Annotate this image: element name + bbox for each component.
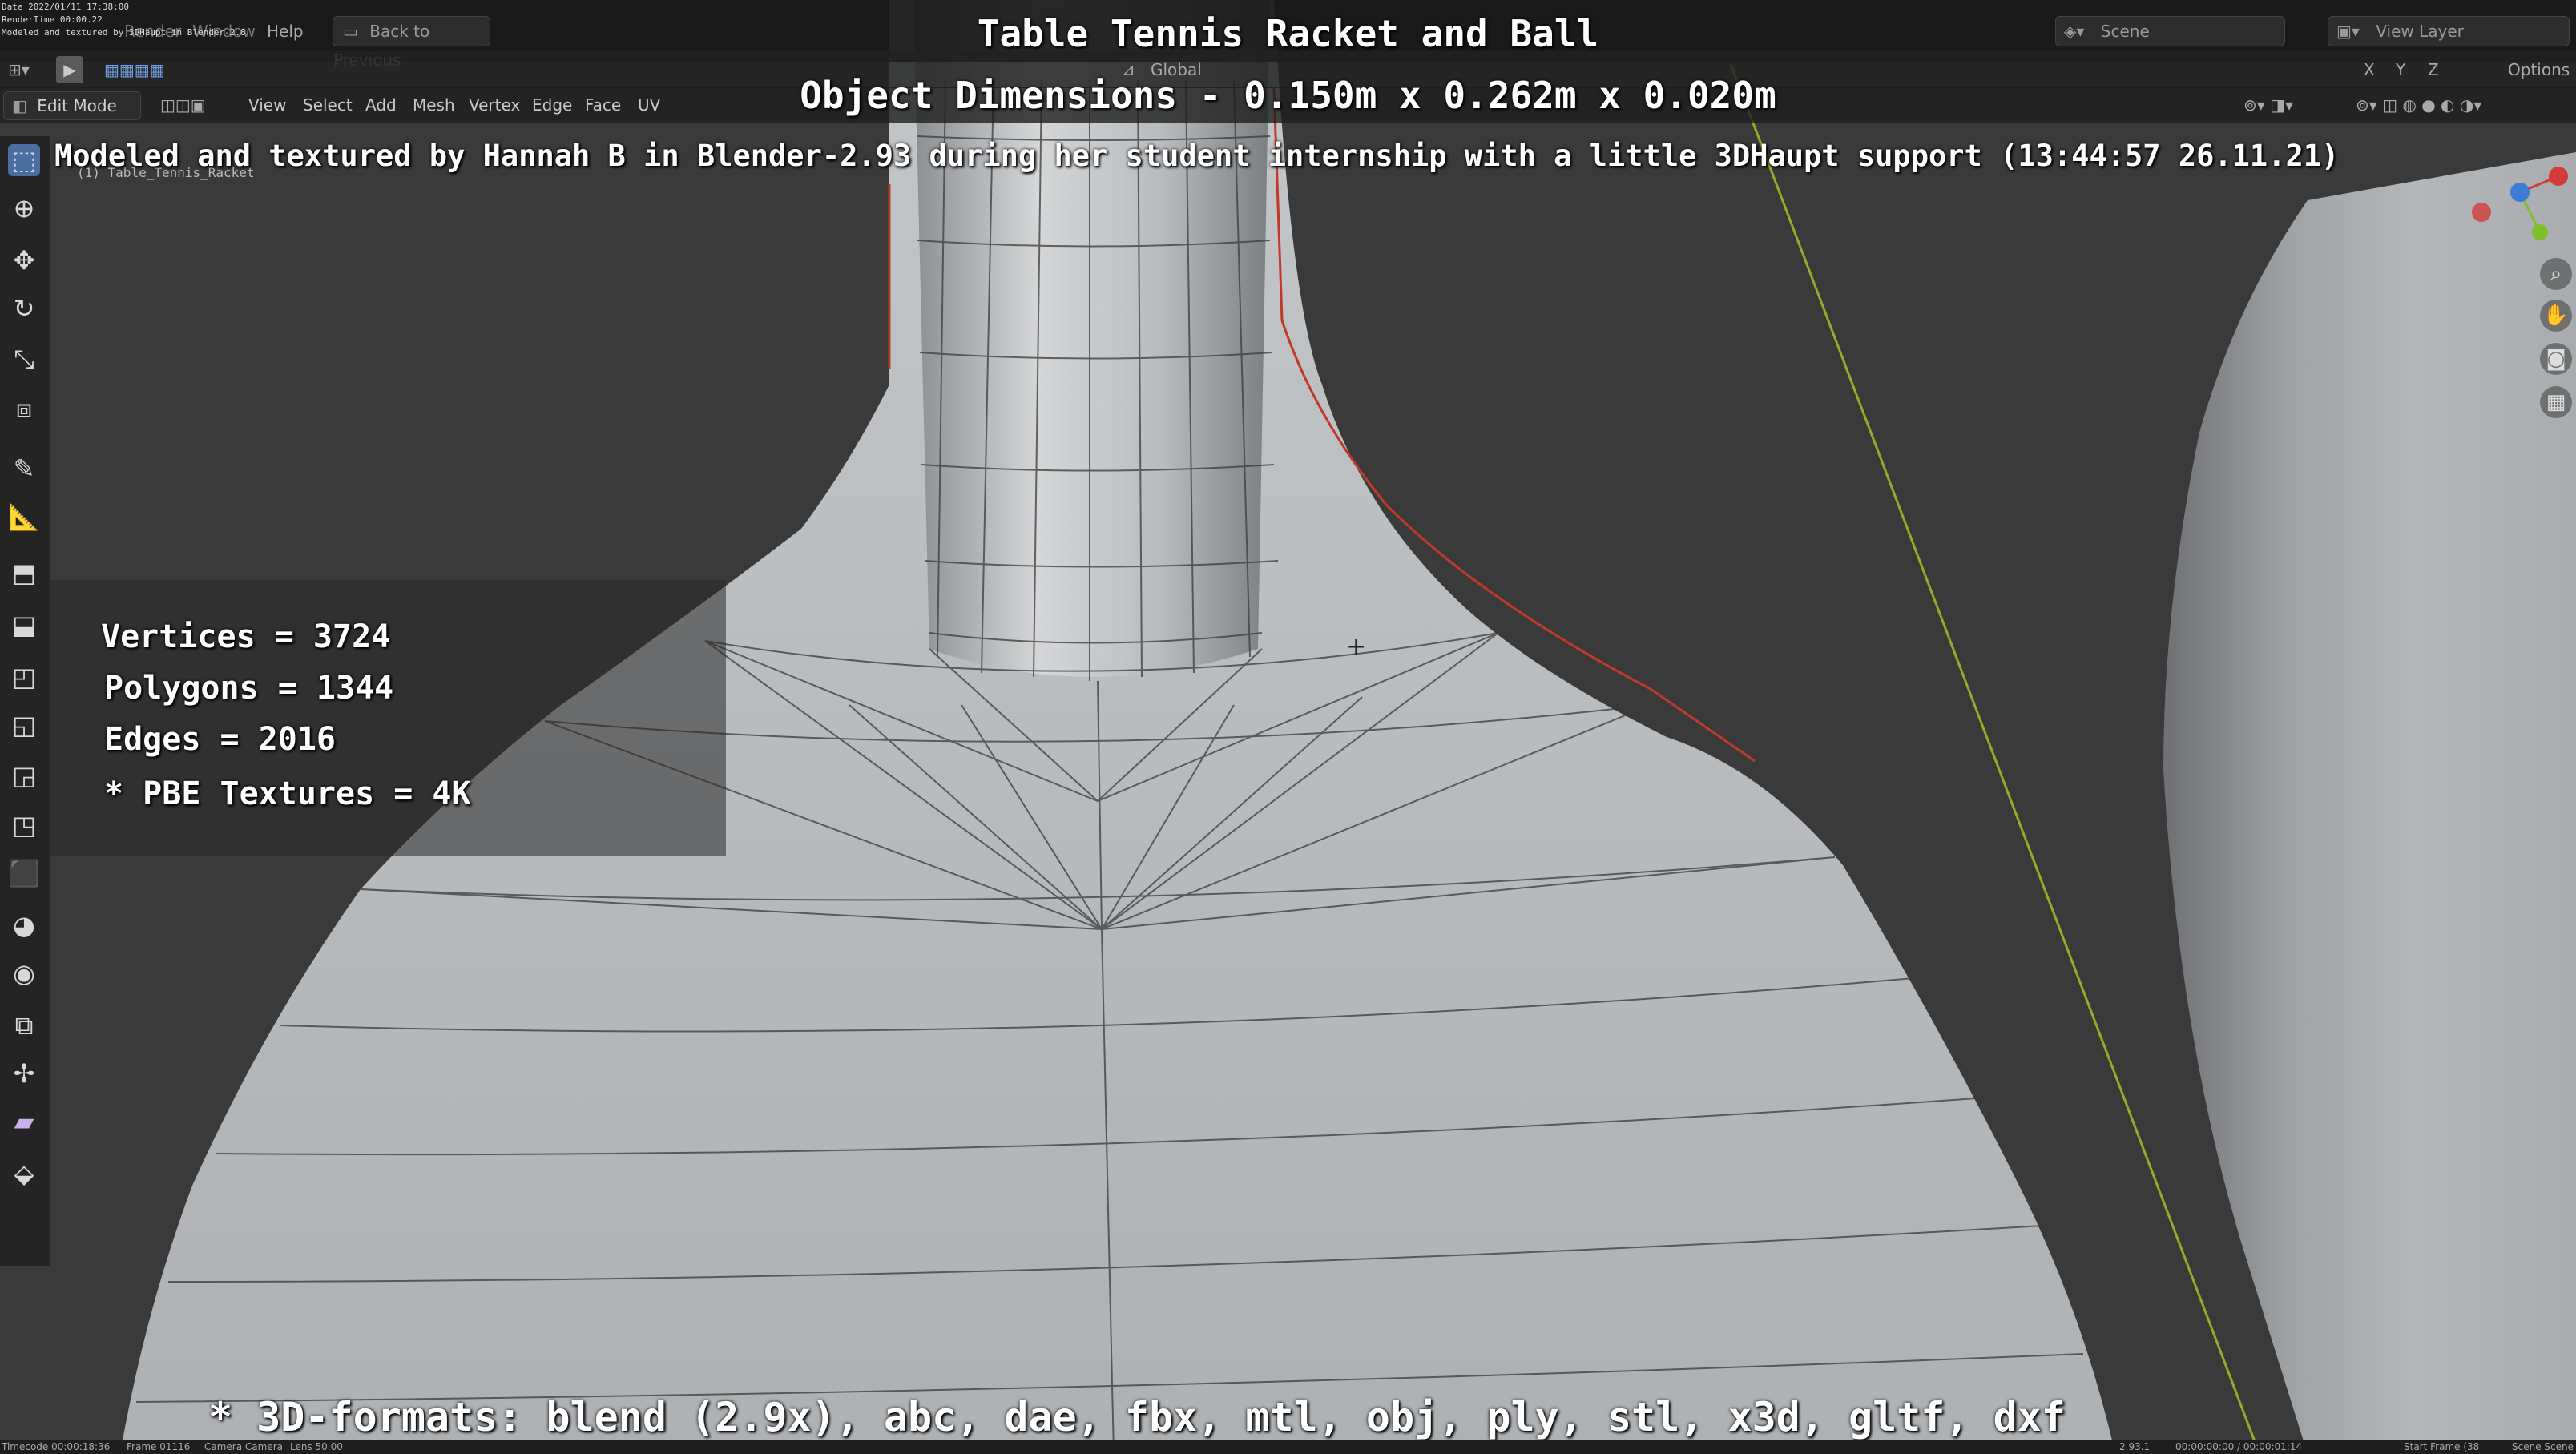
add-cube-icon[interactable]: ⬒ — [8, 557, 40, 589]
bevel-icon[interactable]: ◱ — [8, 709, 40, 741]
move-icon[interactable]: ✥ — [8, 244, 40, 276]
overlay-dimensions: Object Dimensions - 0.150m x 0.262m x 0.… — [800, 74, 1776, 117]
status-camera: Camera Camera — [204, 1441, 283, 1452]
cursor-icon[interactable]: ⊕ — [8, 192, 40, 224]
pan-hand-icon[interactable]: ✋ — [2540, 300, 2572, 332]
status-timecode: Timecode 00:00:18:36 — [2, 1441, 111, 1452]
scale-icon[interactable]: ⤡ — [8, 343, 40, 375]
edge-slide-icon[interactable]: ⧉ — [8, 1009, 40, 1041]
gizmo-neg-x-axis[interactable] — [2472, 203, 2491, 222]
status-version: 2.93.1 — [2119, 1441, 2151, 1452]
3d-cursor-icon: + — [1346, 633, 1367, 661]
stat-vertices: Vertices = 3724 — [101, 618, 391, 655]
shrink-fatten-icon[interactable]: ✢ — [8, 1057, 40, 1089]
left-toolbar: ⬚ ⊕ ✥ ↻ ⤡ ⧈ ✎ 📐 ⬒ ⬓ ◰ ◱ ◲ ◳ ⬛ ◕ ◉ ⧉ ✢ ▰ … — [0, 136, 50, 1266]
knife-icon[interactable]: ◳ — [8, 809, 40, 841]
status-scene: Scene Scene — [2512, 1441, 2574, 1452]
spin-icon[interactable]: ◕ — [8, 909, 40, 941]
measure-icon[interactable]: 📐 — [8, 501, 40, 533]
gizmo-y-axis[interactable] — [2532, 224, 2548, 240]
overlay-title: Table Tennis Racket and Ball — [977, 12, 1599, 55]
overlay-credit: Modeled and textured by Hannah B in Blen… — [54, 139, 2340, 173]
status-bar: Timecode 00:00:18:36 Frame 01116 Camera … — [0, 1440, 2576, 1454]
stat-textures: * PBE Textures = 4K — [104, 775, 471, 812]
stat-polygons: Polygons = 1344 — [104, 670, 394, 707]
rip-icon[interactable]: ⬙ — [8, 1158, 40, 1190]
camera-view-icon[interactable]: ◙ — [2540, 343, 2572, 375]
rotate-icon[interactable]: ↻ — [8, 292, 40, 324]
poly-build-icon[interactable]: ⬛ — [8, 857, 40, 889]
status-frame: Frame 01116 — [127, 1441, 191, 1452]
smooth-icon[interactable]: ◉ — [8, 957, 40, 989]
extrude-icon[interactable]: ⬓ — [8, 609, 40, 641]
transform-icon[interactable]: ⧈ — [8, 393, 40, 425]
status-lens: Lens 50.00 — [290, 1441, 343, 1452]
zoom-icon[interactable]: ⌕ — [2540, 258, 2572, 290]
navigation-gizmo[interactable] — [2452, 152, 2572, 264]
gizmo-z-axis[interactable] — [2510, 183, 2530, 202]
status-start-frame: Start Frame (38 — [2404, 1441, 2480, 1452]
select-box-icon[interactable]: ⬚ — [8, 144, 40, 176]
grid-ortho-icon[interactable]: ▦ — [2540, 386, 2572, 418]
loop-cut-icon[interactable]: ◲ — [8, 759, 40, 791]
inset-icon[interactable]: ◰ — [8, 661, 40, 693]
status-time: 00:00:00:00 / 00:00:01:14 — [2175, 1441, 2303, 1452]
stamp-date: Date 2022/01/11 17:38:00 — [2, 2, 129, 12]
gizmo-x-axis[interactable] — [2549, 167, 2568, 186]
shear-icon[interactable]: ▰ — [8, 1106, 40, 1138]
stat-edges: Edges = 2016 — [104, 721, 336, 758]
annotate-icon[interactable]: ✎ — [8, 453, 40, 485]
overlay-formats: * 3D-formats: blend (2.9x), abc, dae, fb… — [208, 1394, 2066, 1440]
